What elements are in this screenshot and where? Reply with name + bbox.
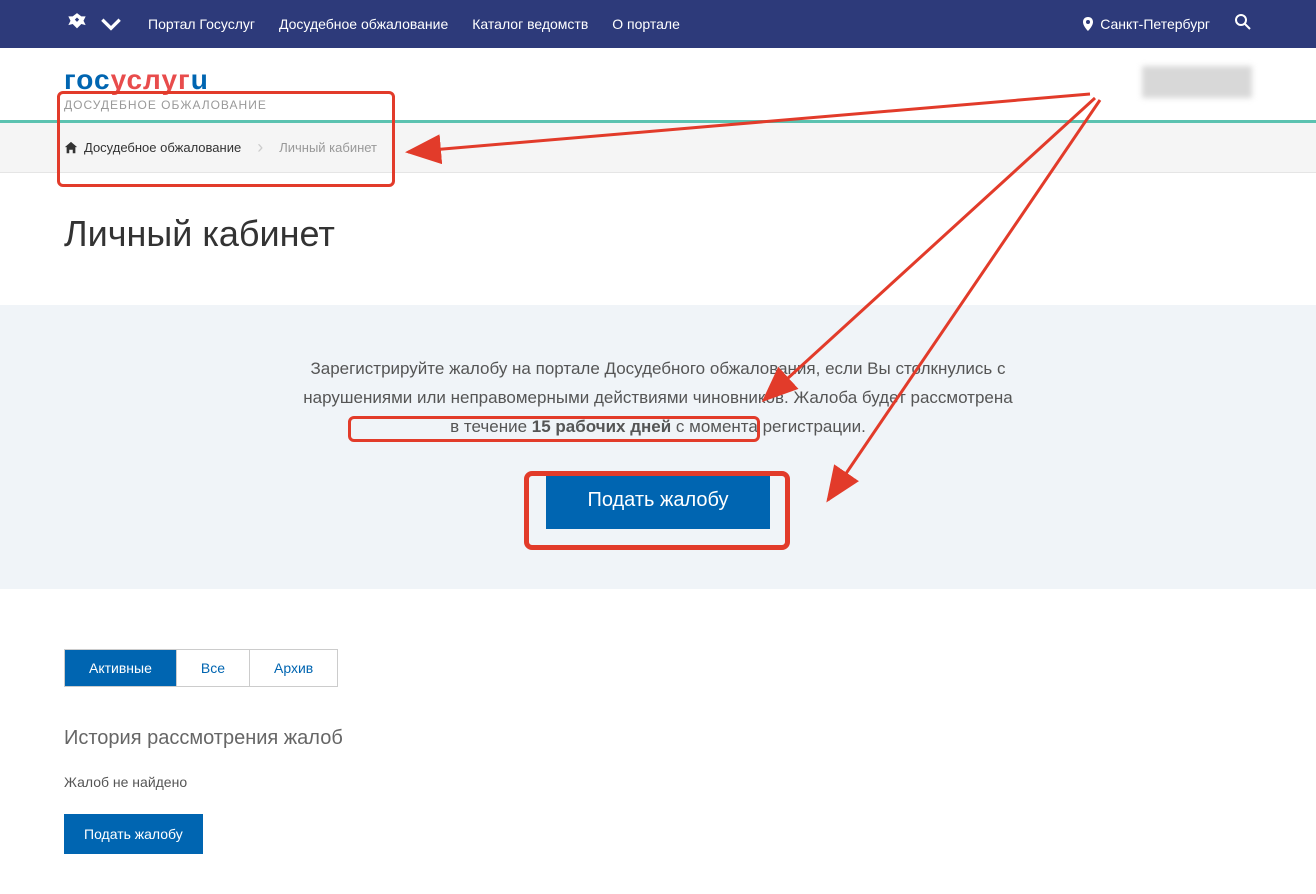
tab-archive[interactable]: Архив — [250, 650, 337, 686]
pin-icon — [1082, 17, 1094, 31]
hero-section: Зарегистрируйте жалобу на портале Досуде… — [0, 305, 1316, 589]
home-icon — [64, 141, 78, 155]
gov-emblem-dropdown[interactable] — [64, 11, 124, 37]
breadcrumb-current: Личный кабинет — [279, 140, 377, 155]
logo-subtitle: ДОСУДЕБНОЕ ОБЖАЛОВАНИЕ — [64, 98, 1252, 112]
history-empty: Жалоб не найдено — [64, 774, 1252, 790]
location-selector[interactable]: Санкт-Петербург — [1082, 16, 1210, 32]
breadcrumb-home[interactable]: Досудебное обжалование — [64, 140, 241, 155]
hero-text-after: с момента регистрации. — [671, 417, 866, 436]
breadcrumb: Досудебное обжалование › Личный кабинет — [0, 123, 1316, 173]
user-avatar-blurred[interactable] — [1142, 66, 1252, 98]
location-text: Санкт-Петербург — [1100, 16, 1210, 32]
top-nav: Портал Госуслуг Досудебное обжалование К… — [0, 0, 1316, 48]
tab-all[interactable]: Все — [177, 650, 250, 686]
page-title-section: Личный кабинет — [0, 173, 1316, 305]
submit-complaint-button[interactable]: Подать жалобу — [546, 472, 769, 529]
nav-appeals[interactable]: Досудебное обжалование — [279, 16, 448, 32]
hero-text-bold: 15 рабочих дней — [532, 417, 671, 436]
chevron-down-icon — [98, 11, 124, 37]
search-button[interactable] — [1234, 13, 1252, 36]
site-logo[interactable]: госуслугu — [64, 64, 1252, 96]
logo-section: госуслугu ДОСУДЕБНОЕ ОБЖАЛОВАНИЕ — [0, 48, 1316, 120]
logo-part-gos: гос — [64, 64, 111, 95]
page-title: Личный кабинет — [64, 213, 1252, 255]
history-title: История рассмотрения жалоб — [64, 727, 1252, 750]
nav-catalog[interactable]: Каталог ведомств — [472, 16, 588, 32]
logo-part-usl: услуг — [111, 64, 191, 95]
breadcrumb-separator: › — [257, 137, 263, 158]
nav-about[interactable]: О портале — [612, 16, 680, 32]
history-submit-button[interactable]: Подать жалобу — [64, 814, 203, 854]
tabs-section: Активные Все Архив — [0, 589, 1316, 687]
hero-text: Зарегистрируйте жалобу на портале Досуде… — [298, 355, 1018, 442]
eagle-emblem-icon — [64, 11, 90, 37]
history-section: История рассмотрения жалоб Жалоб не найд… — [0, 687, 1316, 894]
nav-portal[interactable]: Портал Госуслуг — [148, 16, 255, 32]
search-icon — [1234, 13, 1252, 31]
breadcrumb-home-label: Досудебное обжалование — [84, 140, 241, 155]
logo-part-ugi: u — [191, 64, 209, 95]
tabs: Активные Все Архив — [64, 649, 338, 687]
tab-active[interactable]: Активные — [65, 650, 177, 686]
